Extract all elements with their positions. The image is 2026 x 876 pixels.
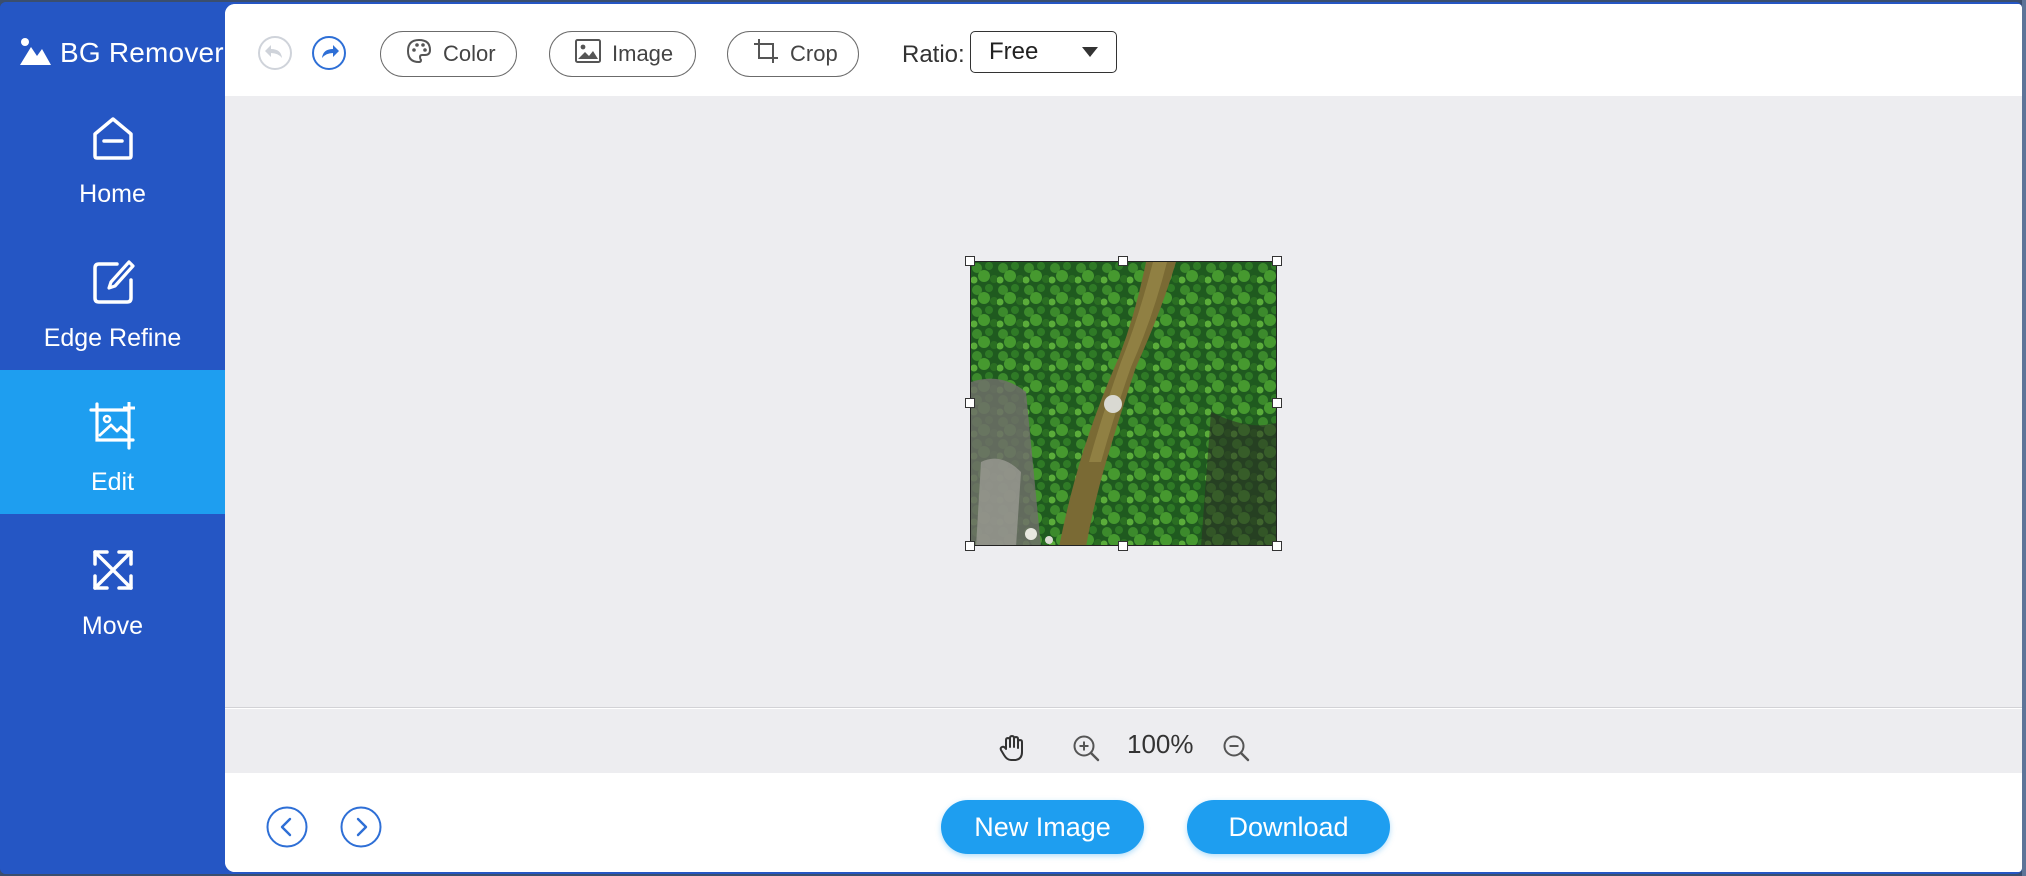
- sidebar-item-label: Move: [81, 612, 144, 640]
- resize-handle[interactable]: [965, 256, 975, 266]
- resize-handle[interactable]: [1118, 256, 1128, 266]
- download-button[interactable]: Download: [1187, 800, 1390, 854]
- resize-handle[interactable]: [965, 398, 975, 408]
- next-icon[interactable]: [340, 806, 382, 848]
- sidebar-item-edge-refine[interactable]: Edge Refine: [0, 226, 225, 370]
- image-icon: [574, 38, 602, 70]
- app-window: BG Remover Home Edge Refine Edit Move Co…: [0, 2, 2022, 874]
- sidebar-item-home[interactable]: Home: [0, 82, 225, 226]
- sidebar-item-label: Edit: [90, 468, 135, 496]
- window-edge: [2022, 0, 2026, 876]
- ratio-label: Ratio:: [902, 41, 965, 68]
- resize-handle[interactable]: [965, 541, 975, 551]
- sidebar: BG Remover Home Edge Refine Edit Move: [0, 2, 225, 874]
- resize-handle[interactable]: [1118, 541, 1128, 551]
- image-button[interactable]: Image: [549, 31, 696, 77]
- edit-image-icon: [87, 400, 139, 452]
- zoom-in-icon[interactable]: [1071, 733, 1101, 763]
- resize-handle[interactable]: [1272, 256, 1282, 266]
- edited-image[interactable]: [970, 261, 1277, 546]
- previous-icon[interactable]: [266, 806, 308, 848]
- move-icon: [87, 544, 139, 596]
- chevron-down-icon: [1082, 47, 1098, 57]
- sidebar-item-edit[interactable]: Edit: [0, 370, 225, 514]
- palette-icon: [405, 37, 433, 71]
- main-panel: Color Image Crop Ratio: Free 100% New Im…: [225, 4, 2022, 872]
- sidebar-item-move[interactable]: Move: [0, 514, 225, 658]
- crop-button-label: Crop: [790, 41, 838, 66]
- image-button-label: Image: [612, 41, 674, 66]
- brand: BG Remover: [18, 30, 224, 76]
- app-title: BG Remover: [60, 37, 224, 68]
- redo-icon[interactable]: [311, 35, 347, 71]
- undo-icon[interactable]: [257, 35, 293, 71]
- zoom-bar: 100%: [225, 709, 2022, 773]
- new-image-button[interactable]: New Image: [941, 800, 1144, 854]
- canvas[interactable]: [225, 96, 2022, 708]
- sidebar-item-label: Edge Refine: [43, 324, 182, 352]
- toolbar: Color Image Crop Ratio: Free: [225, 4, 2022, 96]
- zoom-level: 100%: [1127, 729, 1194, 759]
- hand-icon[interactable]: [997, 733, 1027, 763]
- edge-refine-icon: [87, 256, 139, 308]
- color-button[interactable]: Color: [380, 31, 517, 77]
- sidebar-item-label: Home: [79, 180, 146, 208]
- crop-icon: [752, 37, 780, 71]
- crop-button[interactable]: Crop: [727, 31, 859, 77]
- ratio-select-value: Free: [989, 38, 1039, 65]
- logo-icon: [18, 35, 52, 72]
- ratio-select[interactable]: Free: [970, 31, 1117, 73]
- footer: New Image Download: [225, 774, 2022, 872]
- color-button-label: Color: [443, 41, 496, 66]
- home-icon: [87, 112, 139, 164]
- zoom-out-icon[interactable]: [1221, 733, 1251, 763]
- resize-handle[interactable]: [1272, 541, 1282, 551]
- resize-handle[interactable]: [1272, 398, 1282, 408]
